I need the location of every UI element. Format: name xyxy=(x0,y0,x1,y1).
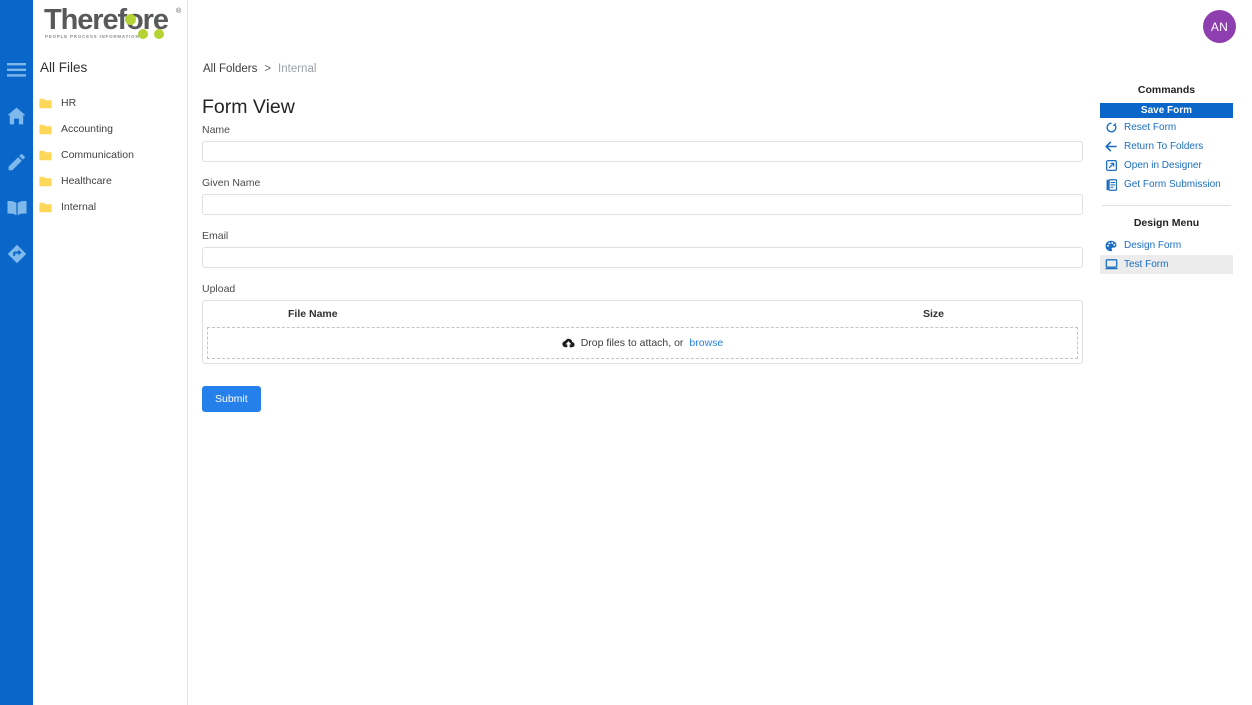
folder-icon xyxy=(39,176,52,186)
folder-icon xyxy=(39,98,52,108)
book-icon[interactable] xyxy=(0,191,33,224)
given-name-label: Given Name xyxy=(202,177,261,189)
browse-link[interactable]: browse xyxy=(689,337,723,349)
command-label: Reset Form xyxy=(1124,122,1177,133)
column-size: Size xyxy=(922,308,944,320)
folder-label: Healthcare xyxy=(61,175,112,187)
left-nav-rail xyxy=(0,0,33,705)
logo-dot-right xyxy=(154,29,164,39)
logo-trademark: ® xyxy=(176,8,182,15)
upload-area: File Name Size Drop files to attach, or … xyxy=(202,300,1083,364)
folder-item-communication[interactable]: Communication xyxy=(33,142,188,168)
folder-list: HR Accounting Communication Healthcare I… xyxy=(33,90,188,220)
upload-table-header: File Name Size xyxy=(203,301,1082,327)
workflow-diamond-icon[interactable] xyxy=(0,237,33,270)
file-dropzone[interactable]: Drop files to attach, or browse xyxy=(207,327,1078,359)
hamburger-menu-icon[interactable] xyxy=(0,53,33,86)
commands-panel: Commands Save Form Reset Form Return To … xyxy=(1100,84,1233,274)
form-view: Name Given Name Email Upload File Name S… xyxy=(202,124,1083,412)
design-form-command[interactable]: Design Form xyxy=(1100,236,1233,255)
command-label: Test Form xyxy=(1124,259,1169,270)
given-name-input[interactable] xyxy=(202,194,1083,215)
folder-item-accounting[interactable]: Accounting xyxy=(33,116,188,142)
page-title: Form View xyxy=(202,96,295,118)
breadcrumb: All Folders > Internal xyxy=(203,63,316,75)
folder-label: Accounting xyxy=(61,123,113,135)
folder-item-healthcare[interactable]: Healthcare xyxy=(33,168,188,194)
avatar[interactable]: AN xyxy=(1203,10,1236,43)
folder-item-internal[interactable]: Internal xyxy=(33,194,188,220)
email-input[interactable] xyxy=(202,247,1083,268)
folder-icon xyxy=(39,202,52,212)
monitor-icon xyxy=(1104,258,1118,272)
logo-o-accent xyxy=(125,14,136,25)
dropzone-text: Drop files to attach, or xyxy=(580,337,684,349)
refresh-icon xyxy=(1104,121,1118,135)
external-link-icon xyxy=(1104,159,1118,173)
folder-label: HR xyxy=(61,97,77,109)
logo-tagline: PEOPLE PROCESS INFORMATION xyxy=(45,34,140,39)
command-label: Get Form Submission xyxy=(1124,179,1221,190)
get-form-submission-command[interactable]: Get Form Submission xyxy=(1100,175,1233,194)
all-files-heading: All Files xyxy=(40,60,88,75)
logo-wordmark: Therefore xyxy=(44,4,169,36)
panel-divider xyxy=(1102,205,1231,206)
reset-form-command[interactable]: Reset Form xyxy=(1100,118,1233,137)
upload-label: Upload xyxy=(202,283,236,295)
command-label: Return To Folders xyxy=(1124,141,1204,152)
therefore-logo[interactable]: Therefore ® PEOPLE PROCESS INFORMATION xyxy=(40,2,182,46)
main-content: AN All Folders > Internal Form View Name… xyxy=(189,0,1252,705)
cloud-upload-icon xyxy=(562,338,575,347)
column-file-name: File Name xyxy=(288,308,338,320)
pencil-icon[interactable] xyxy=(0,145,33,178)
folder-label: Internal xyxy=(61,201,97,213)
folder-icon xyxy=(39,124,52,134)
command-label: Open in Designer xyxy=(1124,160,1202,171)
folder-sidebar: Therefore ® PEOPLE PROCESS INFORMATION A… xyxy=(33,0,188,705)
email-label: Email xyxy=(202,230,229,242)
name-input[interactable] xyxy=(202,141,1083,162)
document-list-icon xyxy=(1104,178,1118,192)
submit-button[interactable]: Submit xyxy=(202,386,261,412)
app-root: Therefore ® PEOPLE PROCESS INFORMATION A… xyxy=(0,0,1252,705)
breadcrumb-root[interactable]: All Folders xyxy=(203,63,257,75)
breadcrumb-separator: > xyxy=(264,63,272,75)
arrow-left-icon xyxy=(1104,140,1118,154)
open-in-designer-command[interactable]: Open in Designer xyxy=(1100,156,1233,175)
command-label: Design Form xyxy=(1124,240,1182,251)
home-icon[interactable] xyxy=(0,99,33,132)
folder-label: Communication xyxy=(61,149,134,161)
folder-icon xyxy=(39,150,52,160)
folder-item-hr[interactable]: HR xyxy=(33,90,188,116)
save-form-button[interactable]: Save Form xyxy=(1100,103,1233,118)
return-to-folders-command[interactable]: Return To Folders xyxy=(1100,137,1233,156)
test-form-command[interactable]: Test Form xyxy=(1100,255,1233,274)
name-label: Name xyxy=(202,124,231,136)
palette-icon xyxy=(1104,239,1118,253)
breadcrumb-current[interactable]: Internal xyxy=(278,63,316,75)
logo-dot-left xyxy=(138,29,148,39)
commands-heading: Commands xyxy=(1137,84,1196,96)
design-menu-heading: Design Menu xyxy=(1133,217,1200,229)
